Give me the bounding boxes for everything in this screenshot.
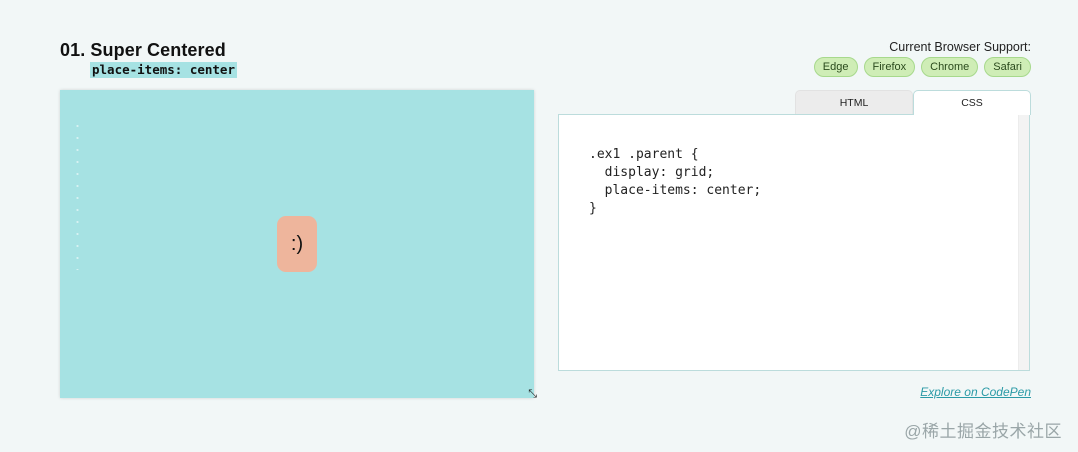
page: 01. Super Centered place-items: center C…: [0, 0, 1078, 452]
watermark: @稀土掘金技术社区: [904, 422, 1062, 441]
browser-badge-safari: Safari: [984, 57, 1031, 77]
browser-badges: Edge Firefox Chrome Safari: [813, 57, 1031, 77]
demo-child-box: :): [277, 216, 317, 272]
code-panel[interactable]: .ex1 .parent { display: grid; place-item…: [558, 114, 1030, 371]
demo-dots-decoration: [76, 120, 79, 270]
browser-badge-edge: Edge: [813, 57, 858, 77]
css-code-block: .ex1 .parent { display: grid; place-item…: [589, 147, 762, 216]
example-title: 01. Super Centered: [60, 40, 226, 60]
code-panel-scrollbar[interactable]: [1018, 115, 1029, 370]
demo-parent-container[interactable]: :) ⤡: [60, 90, 537, 401]
tab-css[interactable]: CSS: [913, 90, 1031, 115]
browser-support: Current Browser Support: Edge Firefox Ch…: [813, 40, 1031, 77]
browser-badge-firefox: Firefox: [863, 57, 916, 77]
explore-codepen-link[interactable]: Explore on CodePen: [920, 385, 1031, 399]
resize-handle-icon[interactable]: ⤡: [528, 388, 537, 401]
example-subtitle-code: place-items: center: [90, 62, 237, 78]
code-tabs: HTML CSS: [795, 90, 1031, 115]
tab-html[interactable]: HTML: [795, 90, 913, 115]
browser-badge-chrome: Chrome: [921, 57, 979, 77]
browser-support-label: Current Browser Support:: [889, 40, 1031, 54]
